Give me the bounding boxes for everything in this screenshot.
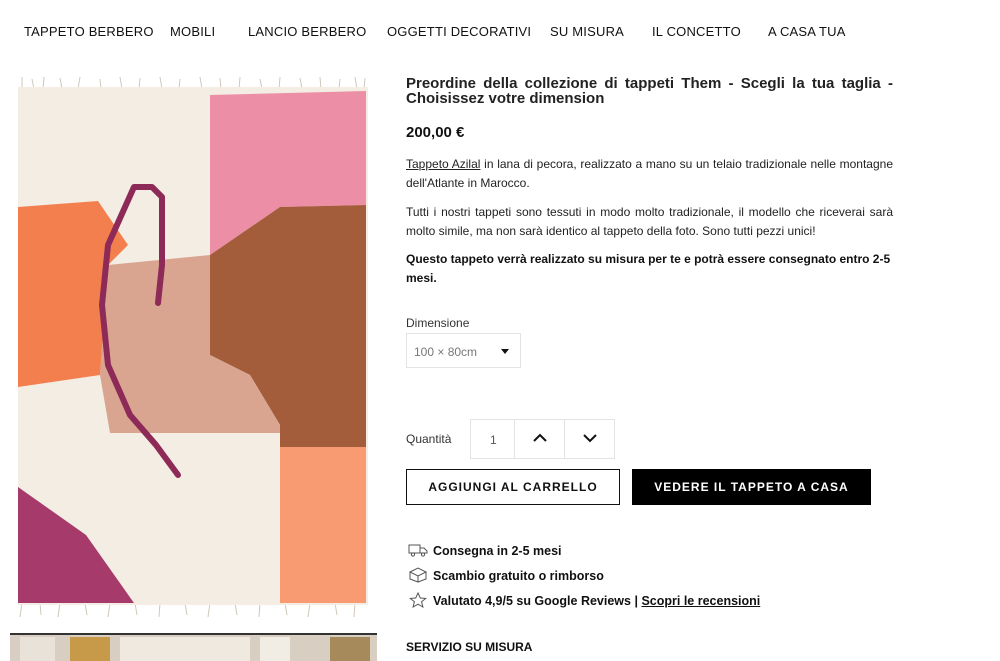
quantity-decrease-button[interactable] bbox=[564, 419, 615, 459]
product-info: Preordine della collezione di tappeti Th… bbox=[406, 75, 893, 285]
service-heading: SERVIZIO SU MISURA bbox=[406, 640, 533, 654]
product-description-3: Questo tappeto verrà realizzato su misur… bbox=[406, 252, 891, 285]
image-thumbnail[interactable] bbox=[10, 633, 377, 661]
thumbnail-image bbox=[10, 633, 377, 661]
dimension-selected-value: 100 × 80cm bbox=[414, 345, 478, 359]
quantity-value: 1 bbox=[490, 433, 497, 447]
rug-illustration bbox=[10, 75, 377, 620]
quantity-increase-button[interactable] bbox=[514, 419, 565, 459]
dimension-label: Dimensione bbox=[406, 316, 470, 330]
delivery-text: Consegna in 2-5 mesi bbox=[433, 544, 562, 558]
box-icon bbox=[408, 567, 428, 583]
product-image[interactable] bbox=[10, 75, 377, 620]
quantity-input[interactable]: 1 bbox=[470, 419, 515, 459]
product-link-azilal[interactable]: Tappeto Azilal bbox=[406, 157, 480, 171]
exchange-text: Scambio gratuito o rimborso bbox=[433, 569, 604, 583]
star-icon bbox=[409, 592, 427, 608]
dimension-select[interactable]: 100 × 80cm bbox=[406, 333, 521, 368]
chevron-down-icon bbox=[583, 434, 597, 443]
main-nav: TAPPETO BERBERO MOBILI LANCIO BERBERO OG… bbox=[0, 0, 1000, 62]
truck-icon bbox=[408, 544, 428, 557]
nav-item-mobili[interactable]: MOBILI bbox=[170, 24, 215, 39]
chevron-up-icon bbox=[533, 433, 547, 442]
nav-item-a-casa-tua[interactable]: A CASA TUA bbox=[768, 24, 846, 39]
rating-text: Valutato 4,9/5 su Google Reviews | bbox=[433, 594, 638, 608]
nav-item-oggetti-decorativi[interactable]: OGGETTI DECORATIVI bbox=[387, 24, 531, 39]
rating-text-wrap: Valutato 4,9/5 su Google Reviews | Scopr… bbox=[433, 594, 760, 608]
caret-down-icon bbox=[501, 349, 509, 354]
product-title: Preordine della collezione di tappeti Th… bbox=[406, 75, 893, 107]
add-to-cart-button[interactable]: AGGIUNGI AL CARRELLO bbox=[406, 469, 620, 505]
nav-item-lancio-berbero[interactable]: LANCIO BERBERO bbox=[248, 24, 366, 39]
product-description-2: Tutti i nostri tappeti sono tessuti in m… bbox=[406, 205, 893, 238]
product-description-1: Tappeto Azilal in lana di pecora, realiz… bbox=[406, 155, 893, 193]
nav-item-su-misura[interactable]: SU MISURA bbox=[550, 24, 624, 39]
reviews-link[interactable]: Scopri le recensioni bbox=[641, 594, 760, 608]
nav-item-il-concetto[interactable]: IL CONCETTO bbox=[652, 24, 741, 39]
quantity-label: Quantità bbox=[406, 432, 452, 446]
see-at-home-button[interactable]: VEDERE IL TAPPETO A CASA bbox=[632, 469, 871, 505]
product-description-1-text: in lana di pecora, realizzato a mano su … bbox=[406, 157, 893, 190]
product-price: 200,00 € bbox=[406, 124, 465, 141]
nav-item-tappeto-berbero[interactable]: TAPPETO BERBERO bbox=[24, 24, 154, 39]
